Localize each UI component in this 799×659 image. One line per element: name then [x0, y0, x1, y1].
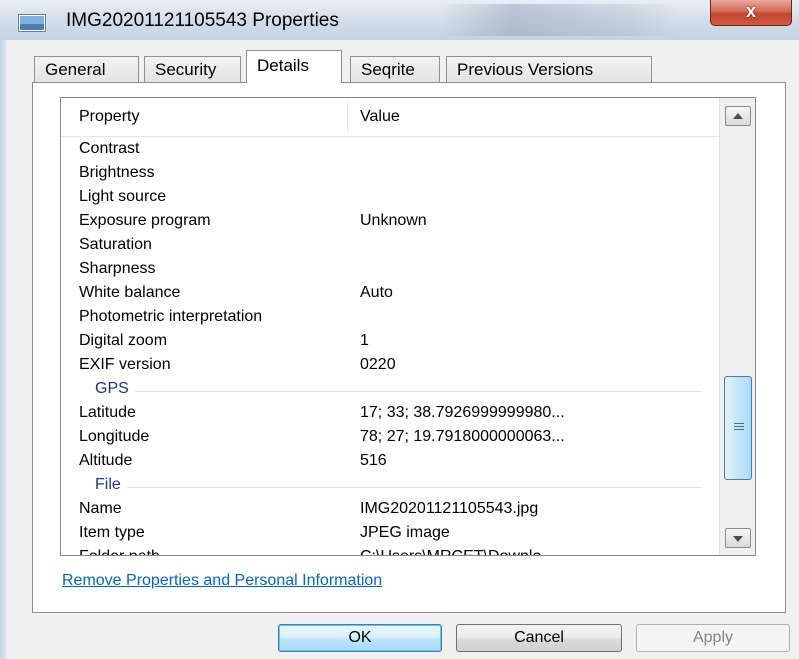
property-name: Saturation — [79, 236, 152, 253]
properties-dialog: IMG20201121105543 Properties x General S… — [0, 0, 799, 659]
apply-button[interactable]: Apply — [636, 624, 790, 652]
grip-line — [734, 429, 744, 430]
property-name: White balance — [79, 284, 181, 301]
tab-general[interactable]: General — [34, 56, 139, 82]
window-title: IMG20201121105543 Properties — [66, 10, 339, 31]
property-name: Sharpness — [79, 260, 156, 277]
list-item[interactable]: Name IMG20201121105543.jpg — [61, 498, 719, 522]
property-name: Longitude — [79, 428, 150, 445]
column-header-property[interactable]: Property — [79, 98, 139, 136]
column-header-value[interactable]: Value — [360, 98, 400, 136]
close-button[interactable]: x — [710, 0, 792, 26]
property-value: Auto — [360, 284, 393, 301]
tab-details[interactable]: Details — [246, 50, 342, 83]
property-name: Item type — [79, 524, 145, 541]
list-item[interactable]: Exposure program Unknown — [61, 210, 719, 234]
property-name: Latitude — [79, 404, 136, 421]
group-heading-file[interactable]: File — [61, 474, 719, 498]
property-name: EXIF version — [79, 356, 171, 373]
arrow-down-icon — [733, 536, 743, 542]
property-value: C:\Users\MRCET\Downlo... — [360, 548, 555, 555]
group-divider — [95, 487, 701, 488]
vertical-scrollbar[interactable] — [719, 98, 755, 555]
tab-seqrite[interactable]: Seqrite — [350, 56, 440, 82]
window-frame-edge — [0, 40, 6, 659]
property-value: IMG20201121105543.jpg — [360, 500, 539, 517]
tab-general-label: General — [45, 60, 106, 79]
property-name: Photometric interpretation — [79, 308, 263, 325]
property-value: 17; 33; 38.7926999999980... — [360, 404, 565, 421]
title-bar-shade — [440, 4, 680, 36]
image-file-icon — [18, 14, 46, 32]
scroll-down-button[interactable] — [725, 528, 751, 548]
property-name: Altitude — [79, 452, 133, 469]
remove-properties-link[interactable]: Remove Properties and Personal Informati… — [62, 572, 382, 590]
property-value: 0220 — [360, 356, 396, 373]
property-name: Brightness — [79, 164, 155, 181]
grip-line — [734, 423, 744, 424]
property-value: 1 — [360, 332, 369, 349]
arrow-up-icon — [733, 113, 743, 119]
list-item[interactable]: Contrast — [61, 138, 719, 162]
list-item[interactable]: Latitude 17; 33; 38.7926999999980... — [61, 402, 719, 426]
scroll-up-button[interactable] — [725, 106, 751, 126]
grip-line — [734, 426, 744, 427]
tab-security[interactable]: Security — [144, 56, 241, 82]
group-heading-label: GPS — [95, 380, 135, 398]
scroll-thumb[interactable] — [724, 376, 752, 480]
list-item[interactable]: Light source — [61, 186, 719, 210]
property-value: Unknown — [360, 212, 427, 229]
close-icon: x — [745, 1, 756, 21]
list-item[interactable]: Brightness — [61, 162, 719, 186]
property-list[interactable]: Property Value Contrast Brightness Light… — [60, 97, 756, 556]
tab-security-label: Security — [155, 60, 217, 79]
property-name: Contrast — [79, 140, 140, 157]
group-heading-gps[interactable]: GPS — [61, 378, 719, 402]
tab-previous-versions-label: Previous Versions — [457, 60, 594, 79]
list-header: Property Value — [61, 98, 719, 137]
group-divider — [95, 391, 701, 392]
tab-seqrite-label: Seqrite — [361, 60, 415, 79]
list-item[interactable]: EXIF version 0220 — [61, 354, 719, 378]
list-item[interactable]: Photometric interpretation — [61, 306, 719, 330]
list-item[interactable]: White balance Auto — [61, 282, 719, 306]
cancel-button[interactable]: Cancel — [456, 624, 622, 652]
list-item[interactable]: Longitude 78; 27; 19.7918000000063... — [61, 426, 719, 450]
property-name: Digital zoom — [79, 332, 168, 349]
list-item[interactable]: Altitude 516 — [61, 450, 719, 474]
property-name: Light source — [79, 188, 167, 205]
list-item[interactable]: Folder path C:\Users\MRCET\Downlo... — [61, 546, 719, 555]
property-value: 78; 27; 19.7918000000063... — [360, 428, 565, 445]
property-value: JPEG image — [360, 524, 450, 541]
group-heading-label: File — [95, 476, 127, 494]
property-name: Exposure program — [79, 212, 211, 229]
title-bar[interactable]: IMG20201121105543 Properties x — [0, 0, 799, 40]
property-name: Folder path — [79, 548, 160, 555]
list-item[interactable]: Saturation — [61, 234, 719, 258]
property-name: Name — [79, 500, 122, 517]
tab-details-label: Details — [257, 56, 309, 75]
ok-button[interactable]: OK — [278, 624, 442, 652]
column-separator[interactable] — [347, 102, 348, 132]
property-value: 516 — [360, 452, 387, 469]
list-item[interactable]: Digital zoom 1 — [61, 330, 719, 354]
tab-previous-versions[interactable]: Previous Versions — [446, 56, 652, 82]
list-item[interactable]: Sharpness — [61, 258, 719, 282]
list-item[interactable]: Item type JPEG image — [61, 522, 719, 546]
